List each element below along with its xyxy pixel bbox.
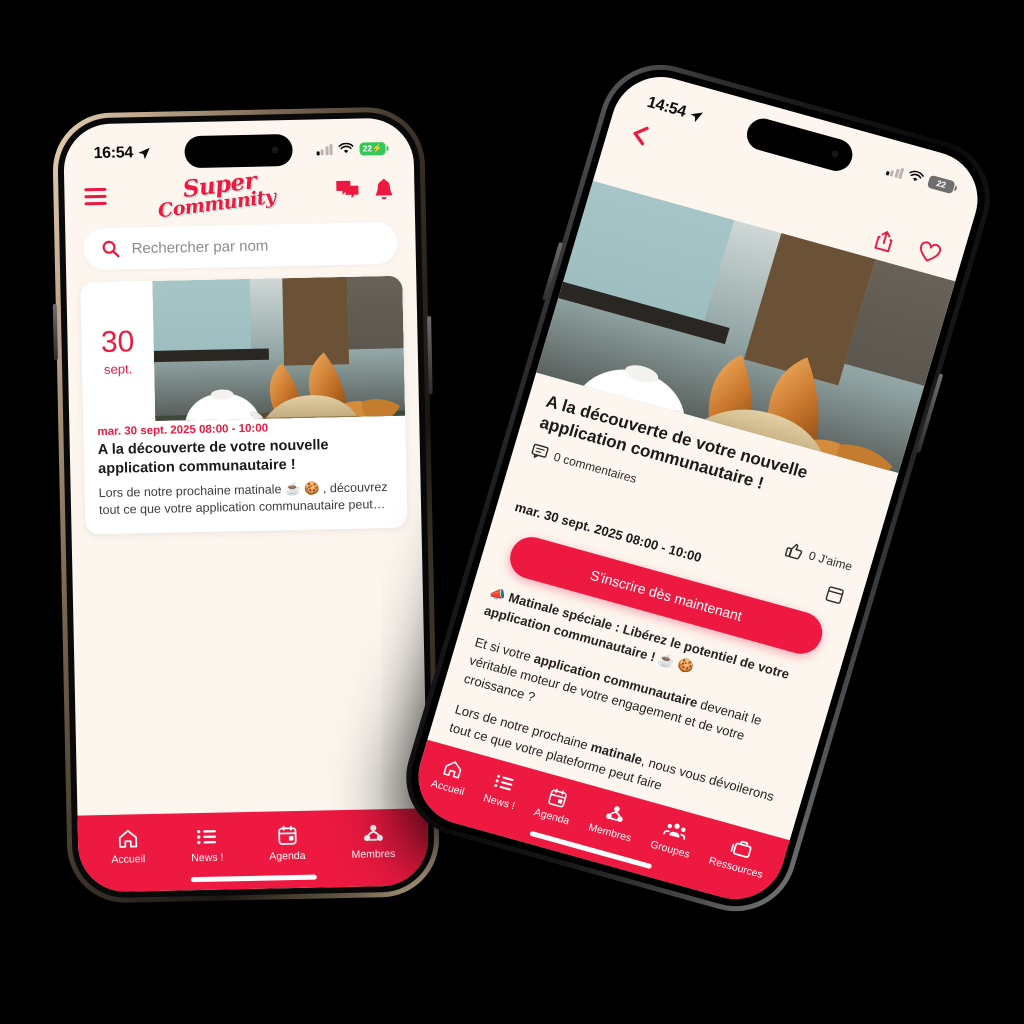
chat-bubble-icon[interactable]: [335, 180, 359, 202]
members-icon: [363, 824, 383, 842]
nav-item-groupes[interactable]: Groupes: [648, 816, 698, 861]
location-arrow-icon: [691, 112, 704, 122]
list-icon: [494, 774, 515, 791]
calendar-icon: [277, 825, 297, 845]
home-icon: [118, 829, 138, 848]
nav-label: News !: [191, 851, 224, 865]
phone-left-device: 16:54 22 ⚡ Super Community Rechercher pa…: [51, 106, 441, 904]
nav-label: Accueil: [111, 853, 146, 866]
mockup-stage: 16:54 22 ⚡ Super Community Rechercher pa…: [0, 0, 1024, 1024]
nav-item-accueil[interactable]: Accueil: [429, 756, 473, 799]
home-icon: [443, 761, 462, 779]
hamburger-menu-icon[interactable]: [84, 187, 107, 205]
calendar-add-icon[interactable]: [824, 584, 845, 606]
battery-indicator: 22: [926, 174, 956, 194]
search-icon: [102, 240, 120, 258]
calendar-icon: [547, 788, 567, 808]
event-month: sept.: [103, 360, 133, 377]
nav-label: Membres: [587, 821, 633, 845]
nav-label: Accueil: [429, 777, 466, 799]
list-icon: [196, 829, 217, 845]
nav-item-membres[interactable]: Membres: [587, 799, 639, 845]
app-header: Super Community: [64, 163, 415, 224]
bell-icon[interactable]: [373, 178, 394, 201]
app-logo: Super Community: [157, 167, 277, 223]
nav-label: News !: [481, 792, 517, 813]
battery-percent: 22: [935, 177, 948, 191]
nav-label: Ressources: [707, 854, 765, 882]
search-section: Rechercher par nom: [65, 217, 416, 282]
status-time: 16:54: [93, 144, 134, 163]
chevron-left-icon[interactable]: [627, 121, 653, 147]
wifi-icon: [909, 170, 924, 182]
groups-icon: [662, 823, 686, 841]
battery-indicator: 22 ⚡: [359, 141, 386, 156]
thumbs-up-icon: [784, 543, 802, 560]
nav-label: Agenda: [532, 806, 571, 828]
location-arrow-icon: [138, 147, 151, 159]
comment-icon: [531, 443, 549, 459]
heart-icon[interactable]: [916, 240, 943, 266]
nav-item-ressources[interactable]: Ressources: [707, 833, 770, 881]
status-time: 14:54: [645, 93, 688, 121]
bottom-navigation: Accueil News !: [77, 808, 430, 893]
search-bar[interactable]: Rechercher par nom: [83, 221, 398, 271]
nav-item-agenda[interactable]: Agenda: [532, 784, 577, 827]
nav-item-accueil[interactable]: Accueil: [111, 828, 146, 866]
event-title: A la découverte de votre nouvelle applic…: [97, 437, 329, 477]
nav-item-news[interactable]: News !: [482, 770, 523, 812]
phone-left-screen: 16:54 22 ⚡ Super Community Rechercher pa…: [62, 117, 430, 893]
search-input[interactable]: Rechercher par nom: [131, 237, 268, 257]
nav-item-agenda[interactable]: Agenda: [269, 825, 306, 863]
event-card-top: 30 sept.: [80, 275, 406, 423]
event-card-body: mar. 30 sept. 2025 08:00 - 10:00 A la dé…: [83, 416, 407, 534]
nav-label: Groupes: [648, 838, 692, 861]
status-time-group: 16:54: [93, 144, 151, 163]
megaphone-icon: 📣: [487, 584, 508, 604]
share-icon[interactable]: [872, 228, 897, 254]
home-indicator: [190, 874, 317, 883]
nav-item-news[interactable]: News !: [191, 827, 224, 865]
likes-count-label: 0 J'aime: [807, 548, 854, 574]
event-image: [152, 275, 406, 421]
members-icon: [605, 806, 623, 822]
wifi-icon: [338, 142, 354, 154]
status-indicators: 22 ⚡: [316, 141, 386, 156]
bakery-photo-illustration: [152, 275, 406, 421]
dynamic-island: [184, 133, 293, 169]
nav-label: Agenda: [269, 849, 306, 863]
header-actions: [335, 178, 394, 202]
phone-right-device: 14:54 22 A la découverte de votre nouvel…: [391, 51, 1005, 925]
event-excerpt: Lors de notre prochaine matinale ☕ 🍪 , d…: [98, 480, 388, 518]
cellular-signal-icon: [885, 164, 905, 179]
event-card[interactable]: 30 sept. mar. 30 sept. 2025 08:00 - 10:0…: [80, 275, 408, 534]
cellular-signal-icon: [316, 143, 333, 155]
briefcase-icon: [730, 840, 752, 858]
nav-label: Membres: [351, 847, 396, 861]
event-date-badge: 30 sept.: [80, 281, 155, 422]
phone-left-power-button[interactable]: [427, 316, 433, 395]
battery-percent: 22: [362, 143, 373, 154]
nav-item-membres[interactable]: Membres: [351, 823, 396, 861]
event-day: 30: [100, 324, 135, 359]
